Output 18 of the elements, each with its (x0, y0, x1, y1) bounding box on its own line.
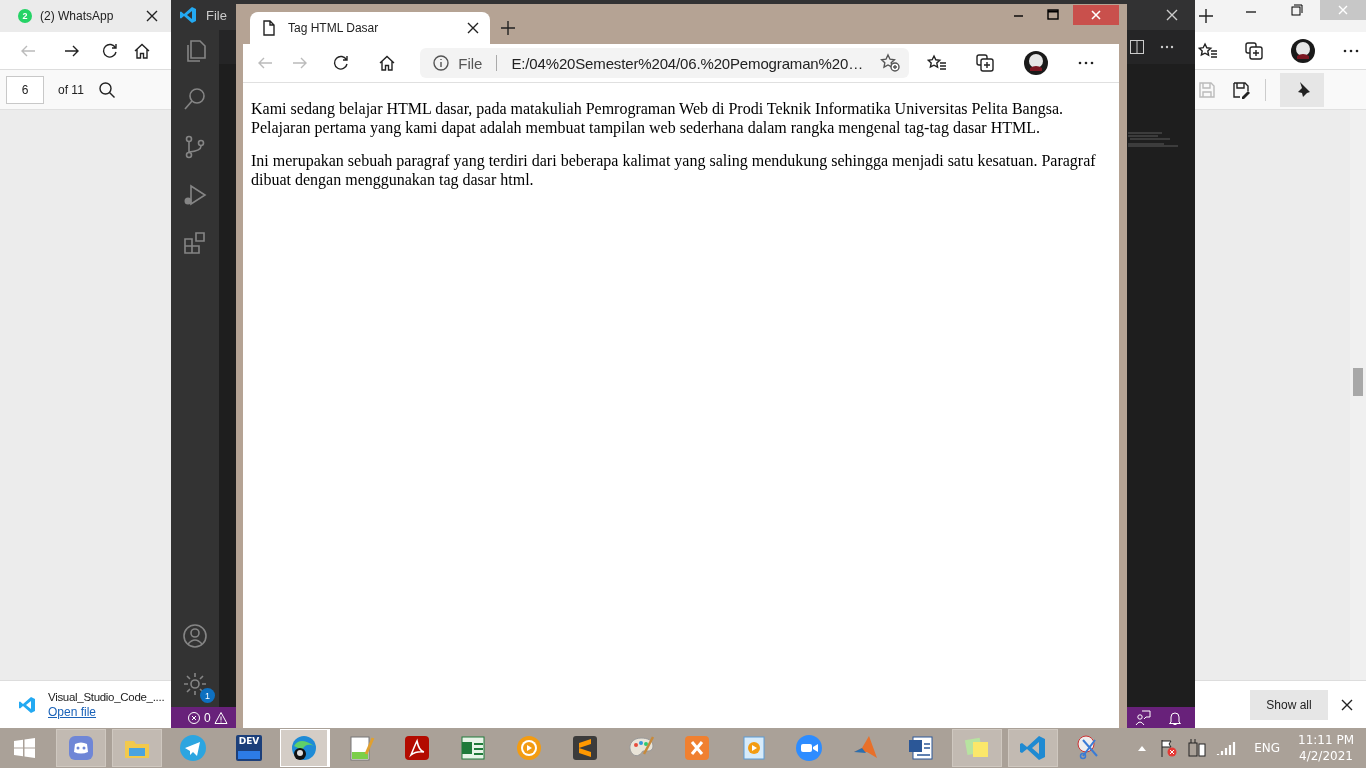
site-label: File (458, 54, 483, 72)
paragraph: Ini merupakan sebuah paragraf yang terdiri dari beberapa kalimat yang saling mendukung sehingga menjadi satu kesatuan. Paragraf dibuat dengan menggunakan tag dasar html. (251, 151, 1097, 189)
app-label: DEV (237, 736, 261, 746)
badge: 2 (18, 9, 32, 23)
url-text: E:/04%20Semester%204/06.%20Pemograman%20… (511, 54, 863, 72)
taskbar-button[interactable]: DEV (224, 729, 274, 767)
paragraph: Kami sedang belajar HTML dasar, pada matakuliah Pemrograman Web di Prodi Teknik Informatika Universitas Pelita Bangsa. Pelajaran pertama yang kami dapat adalah membuat tampilan web sederhana dalam rangka mengenal tag-tag dasar HTML. (251, 99, 1064, 137)
browser-tab[interactable]: Tag HTML Dasar (250, 12, 490, 44)
page-number-field[interactable]: 6 (6, 75, 44, 104)
browser-tab[interactable]: 2 (2) WhatsApp (0, 0, 171, 32)
file-name: Visual_Studio_Code_.... (48, 690, 165, 703)
address-bar[interactable]: File E:/04%20Semester%204/06.%20Pemograman%20… (420, 48, 909, 78)
badge: 1 (200, 688, 215, 703)
menu-item[interactable]: File (206, 7, 227, 23)
page-count: of 11 (58, 82, 84, 97)
open-file-link[interactable]: Open file (48, 704, 97, 719)
show-all-button[interactable]: Show all (1250, 689, 1328, 720)
error-count[interactable]: 0 (204, 710, 211, 725)
